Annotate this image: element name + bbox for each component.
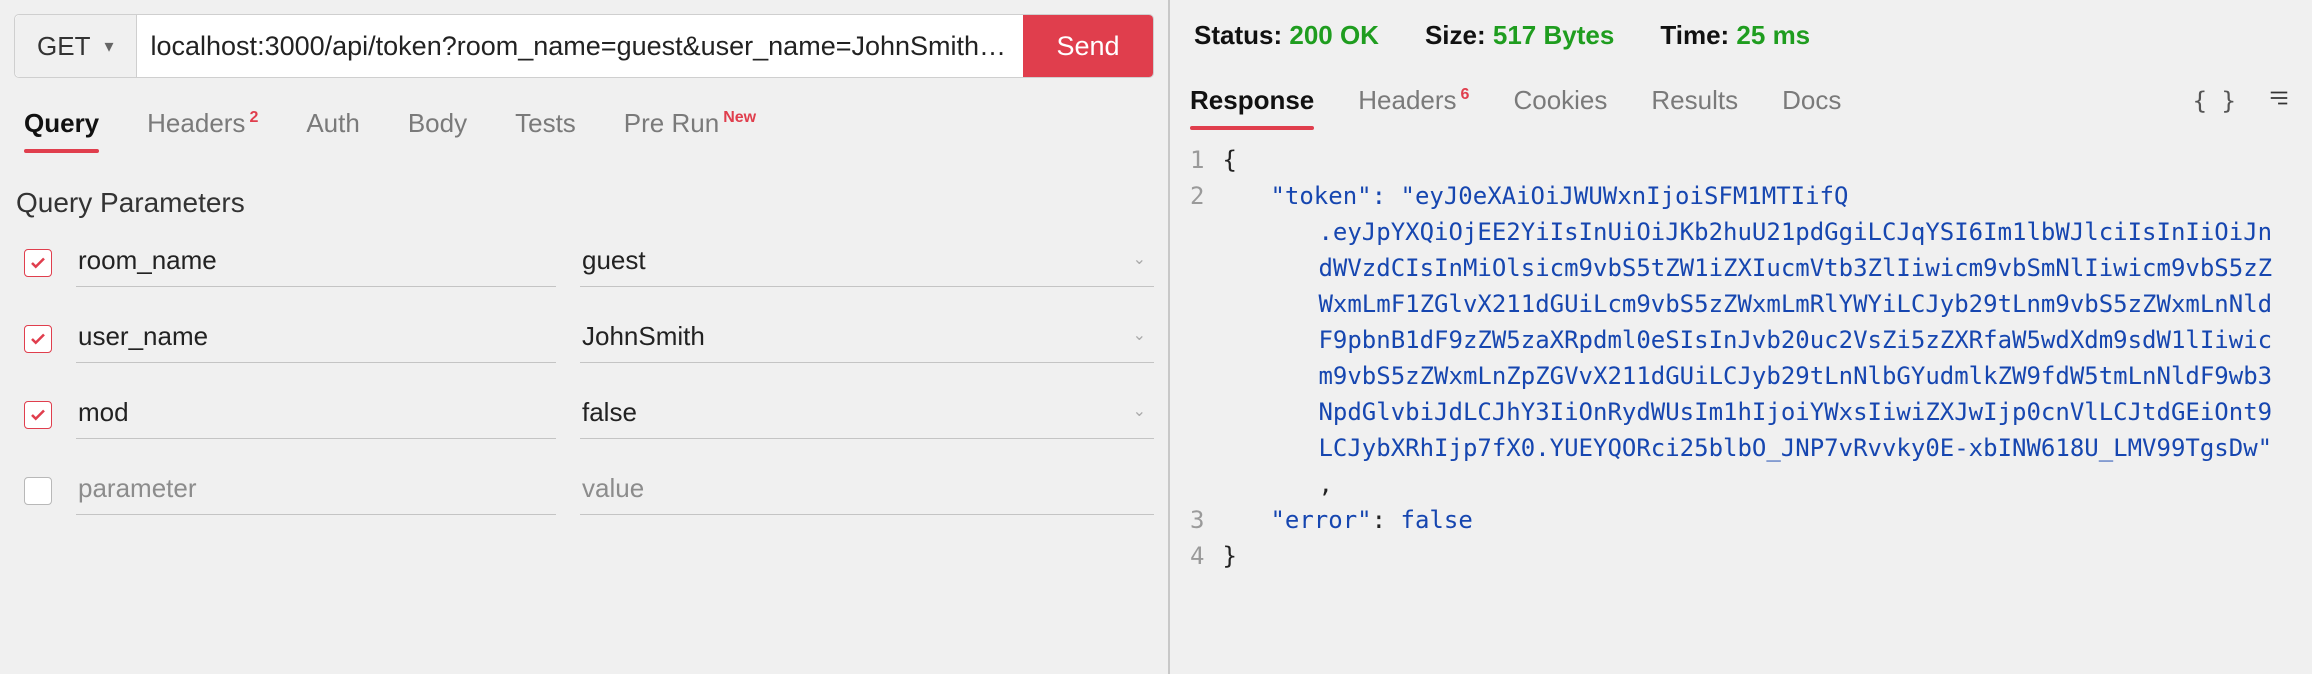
- check-icon: [29, 406, 47, 424]
- param-row: [24, 467, 1154, 515]
- code-string: .eyJpYXQiOjEE2YiIsInUiOiJKb2huU21pdGgiLC…: [1222, 214, 2292, 250]
- param-row: ⌄: [24, 391, 1154, 439]
- param-row: ⌄: [24, 315, 1154, 363]
- code-brace: }: [1222, 542, 1236, 570]
- size-label: Size:: [1425, 20, 1486, 50]
- code-key: "token": [1270, 182, 1371, 210]
- chevron-down-icon[interactable]: ⌄: [1133, 249, 1146, 269]
- tab-label: Docs: [1782, 85, 1841, 115]
- tab-badge: New: [723, 109, 756, 126]
- param-value-input[interactable]: [580, 315, 1154, 363]
- code-key: "error": [1270, 506, 1371, 534]
- status-value: 200 OK: [1289, 20, 1379, 50]
- response-json: { "token": "eyJ0eXAiOiJWUWxnIjoiSFM1MTIi…: [1222, 142, 2292, 674]
- code-string: WxmLmF1ZGlvX211dGUiLcm9vbS5zZWxmLmRlYWYi…: [1222, 286, 2292, 322]
- response-body-viewer[interactable]: 12 34 { "token": "eyJ0eXAiOiJWUWxnIjoiSF…: [1190, 142, 2292, 674]
- status-label: Status:: [1194, 20, 1282, 50]
- tab-response[interactable]: Response: [1190, 85, 1314, 128]
- response-tabs: Response Headers 6 Cookies Results Docs: [1190, 85, 1841, 128]
- tab-label: Pre Run: [624, 108, 719, 138]
- size-block: Size: 517 Bytes: [1425, 20, 1614, 51]
- response-status-line: Status: 200 OK Size: 517 Bytes Time: 25 …: [1190, 14, 2292, 51]
- param-value-input[interactable]: [580, 239, 1154, 287]
- tab-label: Results: [1651, 85, 1738, 115]
- code-string: F9pbnB1dF9zZW5zaXRpdml0eSIsInJvb20uc2VsZ…: [1222, 322, 2292, 358]
- request-pane: GET ▾ Send Query Headers2 Auth Body Test…: [0, 0, 1170, 674]
- query-parameters: ⌄ ⌄: [14, 239, 1154, 515]
- query-section-title: Query Parameters: [14, 187, 1154, 219]
- chevron-down-icon: ▾: [104, 36, 113, 57]
- code-string: NpdGlvbiJdLCJhY3IiOnRydWUsIm1hIjoiYWxsIi…: [1222, 394, 2292, 430]
- code-string: m9vbS5zZWxmLnZpZGVvX211dGUiLCJyb29tLnNlb…: [1222, 358, 2292, 394]
- http-method-select[interactable]: GET ▾: [15, 15, 137, 77]
- check-icon: [29, 330, 47, 348]
- braces-icon[interactable]: { }: [2193, 87, 2236, 115]
- tab-label: Headers: [147, 108, 245, 138]
- tab-docs[interactable]: Docs: [1782, 85, 1841, 128]
- code-string: dWVzdCIsInMiOlsicm9vbS5tZW1iZXIucmVtb3Zl…: [1222, 250, 2292, 286]
- tab-label: Query: [24, 108, 99, 138]
- tab-response-headers[interactable]: Headers 6: [1358, 85, 1469, 128]
- tab-query[interactable]: Query: [24, 108, 99, 151]
- code-bool: false: [1401, 506, 1473, 534]
- tab-label: Auth: [306, 108, 360, 138]
- tab-label: Body: [408, 108, 467, 138]
- tab-badge: 2: [249, 109, 258, 126]
- param-value-input[interactable]: [580, 467, 1154, 515]
- url-input[interactable]: [137, 15, 1024, 77]
- code-string: : "eyJ0eXAiOiJWUWxnIjoiSFM1MTIifQ: [1372, 182, 1849, 210]
- tab-pre-run[interactable]: Pre RunNew: [624, 108, 756, 151]
- request-bar: GET ▾ Send: [14, 14, 1154, 78]
- param-key-input[interactable]: [76, 239, 556, 287]
- response-tools: { }: [2193, 87, 2292, 115]
- chevron-down-icon[interactable]: ⌄: [1133, 401, 1146, 421]
- tab-headers[interactable]: Headers2: [147, 108, 258, 151]
- param-value-input[interactable]: [580, 391, 1154, 439]
- line-gutter: 12 34: [1190, 142, 1222, 674]
- param-enabled-checkbox[interactable]: [24, 477, 52, 505]
- response-pane: Status: 200 OK Size: 517 Bytes Time: 25 …: [1170, 0, 2312, 674]
- size-value: 517 Bytes: [1493, 20, 1614, 50]
- tab-auth[interactable]: Auth: [306, 108, 360, 151]
- check-icon: [29, 254, 47, 272]
- tab-label: Cookies: [1513, 85, 1607, 115]
- param-enabled-checkbox[interactable]: [24, 401, 52, 429]
- time-label: Time:: [1660, 20, 1729, 50]
- tab-label: Headers: [1358, 85, 1456, 115]
- time-value: 25 ms: [1736, 20, 1810, 50]
- tab-body[interactable]: Body: [408, 108, 467, 151]
- tab-badge: 6: [1461, 86, 1470, 103]
- param-key-input[interactable]: [76, 467, 556, 515]
- time-block: Time: 25 ms: [1660, 20, 1810, 51]
- code-string: LCJybXRhIjp7fX0.YUEYQORci25blbO_JNP7vRvv…: [1222, 430, 2292, 466]
- code-brace: {: [1222, 146, 1236, 174]
- tab-tests[interactable]: Tests: [515, 108, 576, 151]
- status-block: Status: 200 OK: [1194, 20, 1379, 51]
- param-key-input[interactable]: [76, 391, 556, 439]
- tab-label: Tests: [515, 108, 576, 138]
- tab-cookies[interactable]: Cookies: [1513, 85, 1607, 128]
- tab-results[interactable]: Results: [1651, 85, 1738, 128]
- chevron-down-icon[interactable]: ⌄: [1133, 325, 1146, 345]
- param-enabled-checkbox[interactable]: [24, 325, 52, 353]
- http-method-label: GET: [37, 31, 90, 62]
- param-key-input[interactable]: [76, 315, 556, 363]
- menu-icon[interactable]: [2266, 87, 2292, 115]
- param-enabled-checkbox[interactable]: [24, 249, 52, 277]
- param-row: ⌄: [24, 239, 1154, 287]
- tab-label: Response: [1190, 85, 1314, 115]
- request-tabs: Query Headers2 Auth Body Tests Pre RunNe…: [14, 108, 1154, 151]
- send-button[interactable]: Send: [1023, 15, 1153, 77]
- code-punct: ,: [1222, 466, 2292, 502]
